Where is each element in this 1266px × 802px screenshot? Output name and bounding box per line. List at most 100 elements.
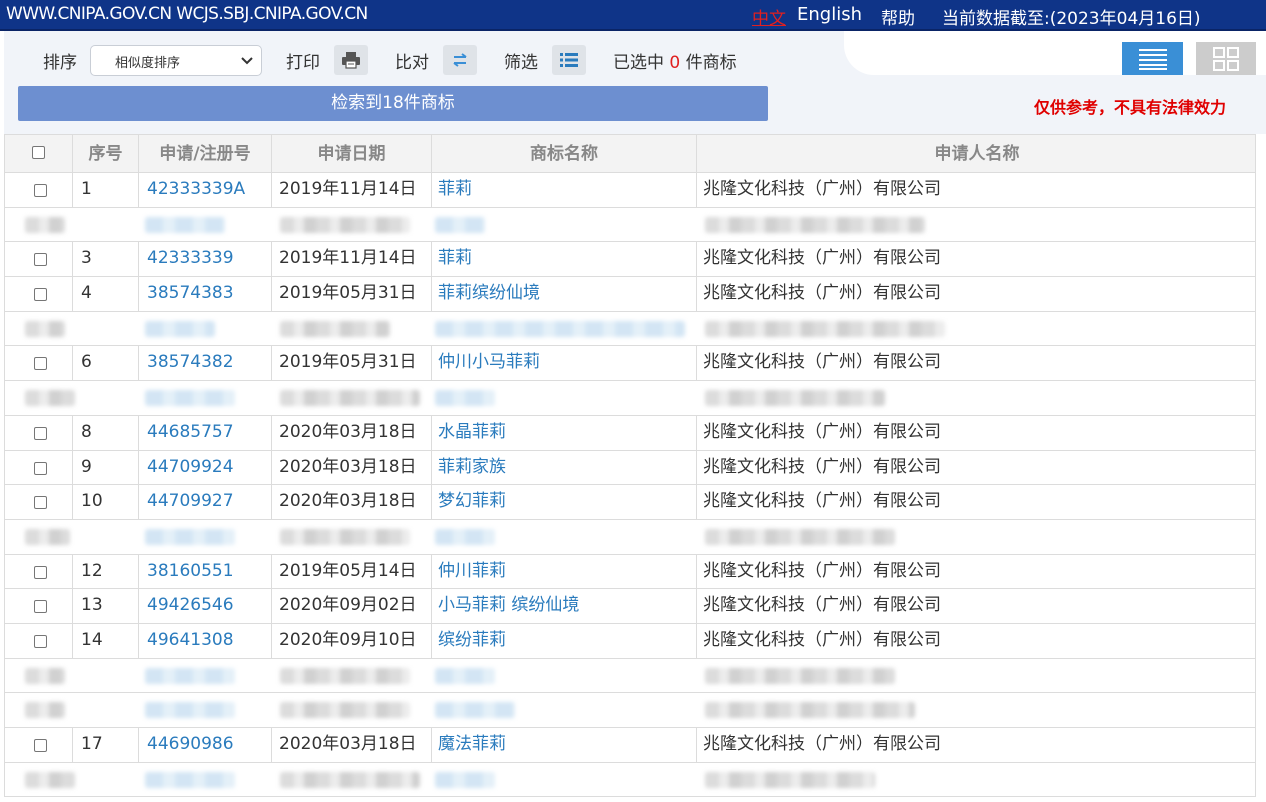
table-row: 17 44690986 2020年03月18日 魔法菲莉 兆隆文化科技（广州）有限公司 [5,728,1255,763]
row-date: 2019年05月31日 [272,346,432,381]
redacted-row [5,381,1255,416]
row-reg-no-link[interactable]: 42333339A [139,173,272,207]
printer-icon [342,52,360,69]
row-checkbox[interactable] [34,357,47,371]
row-applicant: 兆隆文化科技（广州）有限公司 [703,560,941,581]
row-trademark-name-link[interactable]: 水晶菲莉 [432,415,697,450]
row-select-cell [5,450,73,485]
row-applicant: 兆隆文化科技（广州）有限公司 [703,456,941,477]
row-trademark-name-link[interactable]: 梦幻菲莉 [432,485,697,520]
grid-view-button[interactable] [1196,42,1256,75]
row-seq: 1 [73,173,139,207]
row-checkbox[interactable] [34,184,47,197]
row-applicant: 兆隆文化科技（广州）有限公司 [703,595,941,616]
language-chinese-link[interactable]: 中文 [752,4,786,29]
table-row: 10 44709927 2020年03月18日 梦幻菲莉 兆隆文化科技（广州）有限公司 [5,485,1255,520]
row-checkbox[interactable] [34,461,47,475]
row-checkbox[interactable] [34,496,47,510]
table-header: 序号 申请/注册号 申请日期 商标名称 申请人名称 [5,134,1255,173]
row-select-cell [5,242,73,277]
row-seq: 4 [73,277,139,312]
help-link[interactable]: 帮助 [881,4,915,29]
row-checkbox[interactable] [34,634,47,648]
redacted-row [5,207,1255,243]
table-row: 12 38160551 2019年05月14日 仲川菲莉 兆隆文化科技（广州）有限公司 [5,554,1255,590]
row-seq: 14 [73,623,139,658]
row-seq: 17 [73,728,139,762]
row-trademark-name-link[interactable]: 菲莉 [432,173,697,207]
redacted-row [5,762,1255,798]
row-date: 2020年03月18日 [272,415,432,450]
redacted-row [5,693,1255,728]
header-applicant[interactable]: 申请人名称 [697,135,1257,173]
row-trademark-name-link[interactable]: 菲莉家族 [432,450,697,485]
row-checkbox[interactable] [34,739,47,752]
row-trademark-name-link[interactable]: 菲莉缤纷仙境 [432,277,697,312]
compare-label: 比对 [395,53,429,73]
data-cutoff-date: 当前数据截至:(2023年04月16日) [942,9,1201,29]
row-trademark-name-link[interactable]: 魔法菲莉 [432,728,697,762]
list-filter-icon [560,53,578,67]
row-trademark-name-link[interactable]: 仲川菲莉 [432,554,697,589]
row-date: 2020年03月18日 [272,728,432,762]
row-applicant: 兆隆文化科技（广州）有限公司 [703,491,941,512]
row-reg-no-link[interactable]: 38160551 [139,554,272,589]
print-button[interactable] [334,45,368,75]
table-row: 3 42333339 2019年11月14日 菲莉 兆隆文化科技（广州）有限公司 [5,242,1255,278]
print-label: 打印 [286,53,320,73]
row-date: 2019年05月14日 [272,554,432,589]
row-checkbox[interactable] [34,253,47,267]
header-reg-no[interactable]: 申请/注册号 [139,135,272,173]
row-checkbox[interactable] [34,288,47,302]
row-select-cell [5,589,73,624]
row-date: 2020年03月18日 [272,450,432,485]
table-row: 9 44709924 2020年03月18日 菲莉家族 兆隆文化科技（广州）有限公司 [5,450,1255,486]
row-reg-no-link[interactable]: 49641308 [139,623,272,658]
row-seq: 13 [73,589,139,624]
language-english-link[interactable]: English [797,4,862,25]
table-row: 14 49641308 2020年09月10日 缤纷菲莉 兆隆文化科技（广州）有限公司 [5,623,1255,659]
row-applicant: 兆隆文化科技（广州）有限公司 [703,421,941,442]
header-trademark-name[interactable]: 商标名称 [432,135,697,173]
compare-button[interactable] [443,45,477,75]
row-reg-no-link[interactable]: 44685757 [139,415,272,450]
row-reg-no-link[interactable]: 44709924 [139,450,272,485]
header-select-all [5,135,73,173]
row-seq: 8 [73,415,139,450]
row-select-cell [5,485,73,520]
row-applicant: 兆隆文化科技（广州）有限公司 [703,352,941,373]
table-body: 1 42333339A 2019年11月14日 菲莉 兆隆文化科技（广州）有限公司 3 42… [5,173,1255,798]
row-trademark-name-link[interactable]: 缤纷菲莉 [432,623,697,658]
row-reg-no-link[interactable]: 38574383 [139,277,272,312]
redacted-row [5,658,1255,694]
row-select-cell [5,277,73,312]
top-bar: WWW.CNIPA.GOV.CN WCJS.SBJ.CNIPA.GOV.CN 中… [0,0,1266,31]
sort-label: 排序 [43,53,77,73]
row-reg-no-link[interactable]: 38574382 [139,346,272,381]
row-select-cell [5,728,73,762]
row-reg-no-link[interactable]: 44709927 [139,485,272,520]
row-select-cell [5,623,73,658]
row-seq: 10 [73,485,139,520]
row-checkbox[interactable] [34,426,47,440]
row-date: 2019年11月14日 [272,173,432,207]
sort-select[interactable]: 相似度排序 [90,45,262,76]
row-reg-no-link[interactable]: 44690986 [139,728,272,762]
row-reg-no-link[interactable]: 42333339 [139,242,272,277]
select-all-checkbox[interactable] [32,146,45,159]
row-trademark-name-link[interactable]: 仲川小马菲莉 [432,346,697,381]
list-view-icon [1138,48,1167,70]
row-applicant: 兆隆文化科技（广州）有限公司 [703,629,941,650]
results-count-bar: 检索到18件商标 [18,86,768,121]
row-trademark-name-link[interactable]: 菲莉 [432,242,697,277]
filter-button[interactable] [552,45,586,75]
header-date[interactable]: 申请日期 [272,135,432,173]
row-checkbox[interactable] [34,565,47,579]
row-select-cell [5,346,73,381]
row-reg-no-link[interactable]: 49426546 [139,589,272,624]
selected-count-info: 已选中 0 件商标 [613,53,737,73]
results-table: 序号 申请/注册号 申请日期 商标名称 申请人名称 1 42333339A 2019… [4,134,1256,798]
list-view-button[interactable] [1122,42,1183,75]
row-trademark-name-link[interactable]: 小马菲莉 缤纷仙境 [432,589,697,624]
row-checkbox[interactable] [34,600,47,614]
